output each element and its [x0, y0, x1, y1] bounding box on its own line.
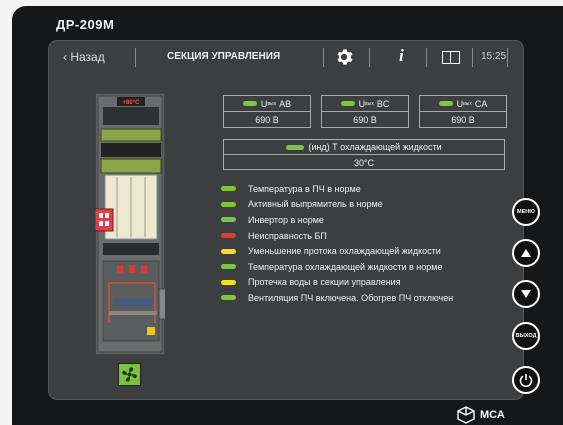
voltage-ca-label: Uвых CA — [420, 96, 506, 112]
status-led — [221, 217, 236, 223]
status-list: Температура в ПЧ в норме Активный выпрями… — [221, 181, 453, 306]
voltage-ab-label-phase: AB — [279, 98, 292, 109]
settings-button[interactable] — [335, 48, 353, 69]
voltage-bc-label-phase: BC — [376, 98, 390, 109]
voltage-ca-led — [438, 101, 453, 106]
voltage-ab-value: 690 В — [255, 115, 279, 125]
voltage-bc-label-sub: вых — [365, 100, 374, 107]
divider — [472, 48, 473, 67]
voltage-ab-led — [242, 101, 257, 106]
divider — [135, 48, 136, 67]
voltage-bc-led — [340, 101, 355, 106]
status-text: Активный выпрямитель в норме — [248, 199, 383, 210]
status-text: Вентиляция ПЧ включена. Обогрев ПЧ отклю… — [248, 292, 454, 303]
logo-text: МСА — [480, 409, 505, 421]
coolant-temperature: (инд) Т охлаждающей жидкости 30°С — [223, 139, 505, 170]
page-title: СЕКЦИЯ УПРАВЛЕНИЯ — [167, 51, 281, 62]
mca-logo-icon — [457, 406, 475, 424]
exit-button-label: ВЫХОД — [515, 333, 537, 339]
voltage-ca: Uвых CA 690 В — [419, 95, 507, 128]
mca-logo: МСА — [456, 406, 505, 424]
device-frame: ДР-209М ‹ Назад СЕКЦИЯ УПРАВЛЕНИЯ i 15:2… — [12, 6, 563, 425]
status-item: Уменьшение протока охлаждающей жидкости — [221, 243, 453, 259]
status-text: Температура охлаждающей жидкости в норме — [248, 261, 443, 272]
voltage-ab: Uвых AB 690 В — [223, 95, 311, 128]
fan-icon — [122, 367, 137, 382]
status-text: Инвертор в норме — [248, 214, 324, 225]
voltage-bc: Uвых BC 690 В — [321, 95, 409, 128]
cabinet-diagram: +80°С — [95, 93, 165, 355]
device-model: ДР-209М — [56, 17, 115, 32]
status-item: Инвертор в норме — [221, 212, 453, 228]
back-button[interactable]: ‹ Назад — [63, 50, 105, 64]
menu-button-label: МЕНЮ — [517, 209, 535, 215]
status-led — [221, 295, 236, 301]
voltage-ab-label-sub: вых — [267, 100, 277, 107]
panel-icon[interactable] — [442, 51, 460, 64]
arrow-up-icon — [521, 249, 531, 257]
status-led — [221, 248, 236, 254]
status-text: Уменьшение протока охлаждающей жидкости — [248, 246, 441, 257]
status-item: Протечка воды в секции управления — [221, 275, 453, 291]
coolant-label-text: (инд) Т охлаждающей жидкости — [308, 142, 442, 152]
status-item: Температура в ПЧ в норме — [221, 181, 453, 197]
voltage-ca-value: 690 В — [451, 115, 475, 125]
divider — [323, 48, 324, 67]
status-led — [221, 264, 236, 270]
voltage-bc-value: 690 В — [353, 115, 377, 125]
status-led — [221, 233, 236, 239]
info-icon: i — [399, 46, 404, 65]
divider — [507, 48, 508, 67]
status-item: Вентиляция ПЧ включена. Обогрев ПЧ отклю… — [221, 290, 453, 306]
voltage-bc-label: Uвых BC — [322, 96, 408, 112]
divider — [426, 48, 427, 67]
back-label: Назад — [70, 50, 105, 64]
status-item: Температура охлаждающей жидкости в норме — [221, 259, 453, 275]
temp-badge: +80°С — [123, 100, 141, 106]
clock: 15:25 — [481, 51, 507, 62]
divider — [369, 48, 370, 67]
power-button[interactable] — [512, 366, 540, 394]
status-led — [221, 279, 236, 285]
top-bar: ‹ Назад СЕКЦИЯ УПРАВЛЕНИЯ i 15:25 — [49, 41, 523, 73]
voltage-ca-label-phase: CA — [474, 98, 488, 109]
coolant-label: (инд) Т охлаждающей жидкости — [224, 140, 504, 155]
status-led — [221, 201, 236, 207]
coolant-led — [286, 144, 305, 150]
gear-icon — [337, 49, 353, 65]
power-icon — [519, 374, 533, 388]
status-item: Неисправность БП — [221, 228, 453, 244]
down-button[interactable] — [512, 280, 540, 308]
fan-indicator — [118, 363, 141, 386]
status-item: Активный выпрямитель в норме — [221, 197, 453, 213]
voltage-ca-label-sub: вых — [463, 100, 472, 107]
info-button[interactable]: i — [399, 46, 404, 66]
up-button[interactable] — [512, 239, 540, 267]
status-text: Неисправность БП — [248, 230, 327, 241]
screen: ‹ Назад СЕКЦИЯ УПРАВЛЕНИЯ i 15:25 +80°С — [48, 40, 524, 400]
menu-button[interactable]: МЕНЮ — [512, 198, 540, 226]
arrow-down-icon — [521, 290, 531, 298]
exit-button[interactable]: ВЫХОД — [512, 322, 540, 350]
coolant-value: 30°С — [353, 157, 375, 168]
voltage-ab-label: Uвых AB — [224, 96, 310, 112]
status-text: Протечка воды в секции управления — [248, 277, 401, 288]
status-led — [221, 186, 236, 192]
status-text: Температура в ПЧ в норме — [248, 183, 361, 194]
